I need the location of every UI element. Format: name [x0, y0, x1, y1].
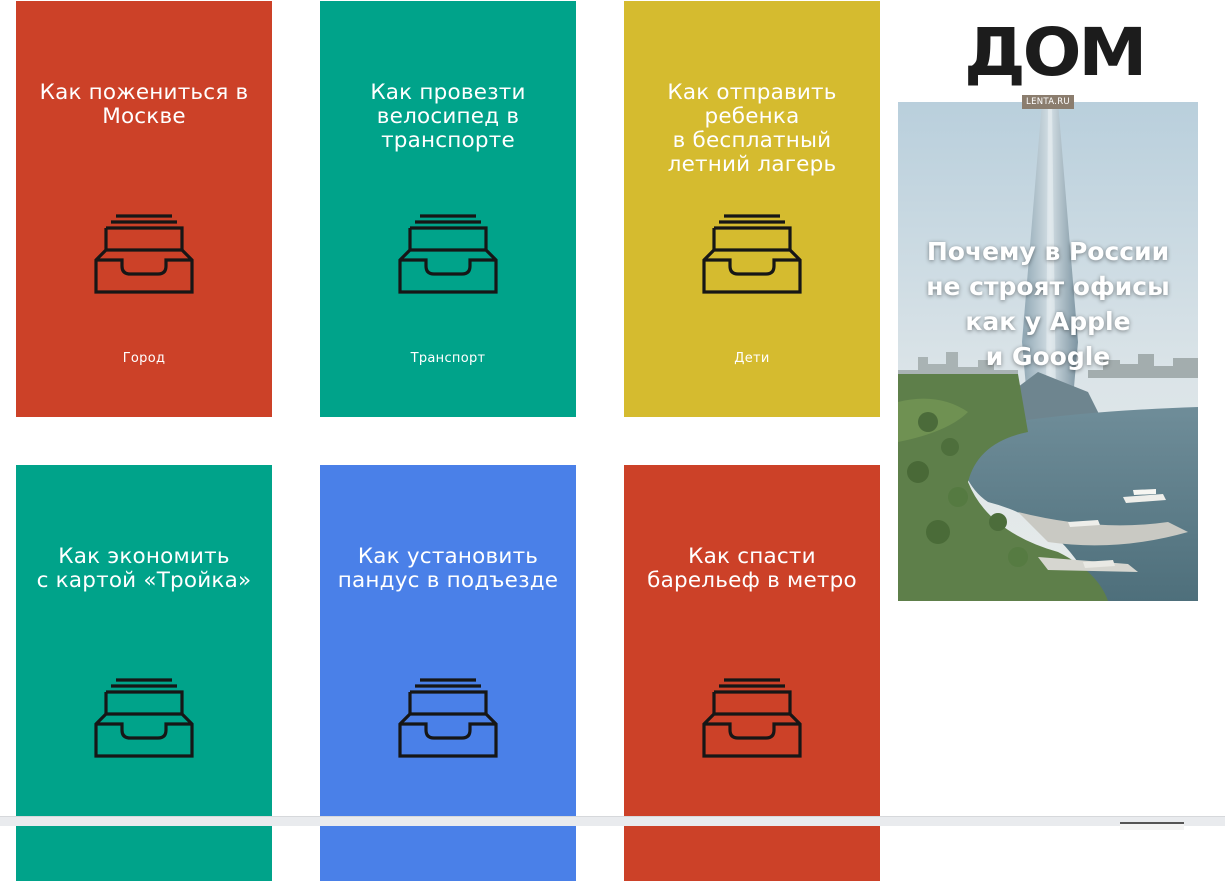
inbox-tray-icon	[398, 678, 498, 758]
card-category[interactable]: Транспорт	[320, 351, 576, 366]
card-title: Как спасти барельеф в метро	[647, 544, 857, 593]
card-title: Как отправить ребенка в бесплатный летни…	[667, 80, 837, 177]
card-title: Как пожениться в Москве	[39, 80, 249, 129]
ad-banner[interactable]: Почему в России не строят офисы как у Ap…	[898, 102, 1198, 601]
bottom-bar-button[interactable]	[1120, 822, 1184, 830]
ad-headline: Почему в России не строят офисы как у Ap…	[926, 237, 1170, 371]
ad-source-badge: LENTA.RU	[1022, 95, 1074, 109]
inbox-tray-icon	[702, 678, 802, 758]
card-title: Как экономить с картой «Тройка»	[36, 544, 252, 593]
card-marry-moscow[interactable]: Как пожениться в Москве Город	[16, 1, 272, 417]
card-title: Как провезти велосипед в транспорте	[370, 80, 526, 153]
card-category[interactable]: Город	[16, 351, 272, 366]
card-category[interactable]: Дети	[624, 351, 880, 366]
inbox-tray-icon	[398, 214, 498, 294]
card-kids-camp[interactable]: Как отправить ребенка в бесплатный летни…	[624, 1, 880, 417]
card-title: Как установить пандус в подъезде	[337, 544, 559, 593]
inbox-tray-icon	[94, 678, 194, 758]
card-bike-transport[interactable]: Как провезти велосипед в транспорте Тран…	[320, 1, 576, 417]
inbox-tray-icon	[94, 214, 194, 294]
inbox-tray-icon	[702, 214, 802, 294]
ad-logo[interactable]: ДОМ	[964, 18, 1147, 88]
